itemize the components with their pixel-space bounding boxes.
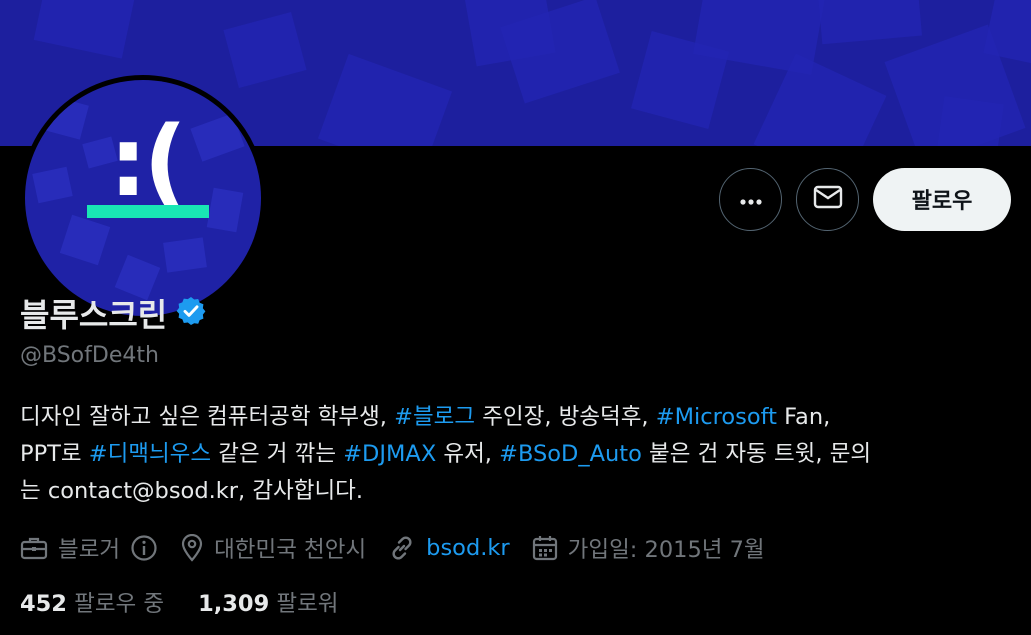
followers-stat[interactable]: 1,309 팔로워 xyxy=(198,586,338,618)
more-button[interactable] xyxy=(719,167,782,231)
briefcase-icon xyxy=(20,535,48,561)
bio-text: 유저, xyxy=(436,441,500,467)
followers-count: 1,309 xyxy=(198,591,270,617)
envelope-icon xyxy=(813,185,843,213)
hashtag-link[interactable]: #Microsoft xyxy=(656,404,777,430)
hashtag-link[interactable]: #블로그 xyxy=(394,404,475,430)
link-icon xyxy=(388,534,416,562)
profile-name-row: 블루스크린 xyxy=(20,290,207,336)
following-stat[interactable]: 452 팔로우 중 xyxy=(20,586,164,618)
verified-badge-icon[interactable] xyxy=(175,295,207,331)
location-pin-icon xyxy=(180,534,204,562)
hashtag-link[interactable]: #DJMAX xyxy=(343,441,436,467)
category-label: 블로거 xyxy=(58,537,121,563)
avatar[interactable]: :( xyxy=(20,75,266,321)
more-horizontal-icon xyxy=(739,190,762,209)
profile-bio: 디자인 잘하고 싶은 컴퓨터공학 학부생, #블로그 주인장, 방송덕후, #M… xyxy=(20,399,1020,510)
bio-line: PPT로 #디맥늬우스 같은 거 깎는 #DJMAX 유저, #BSoD_Aut… xyxy=(20,436,1020,473)
profile-handle: @BSofDe4th xyxy=(20,343,159,368)
bio-text: PPT로 xyxy=(20,441,89,467)
display-name: 블루스크린 xyxy=(20,296,168,334)
avatar-sad-face: :( xyxy=(109,106,187,218)
followers-label: 팔로워 xyxy=(276,591,339,617)
profile-meta: 블로거 대한민국 천안시 bsod.kr 가입일: 2015년 7월 xyxy=(20,530,787,566)
joined-label: 가입일: 2015년 7월 xyxy=(567,537,765,563)
meta-category: 블로거 xyxy=(20,532,158,564)
bio-text: Fan, xyxy=(777,404,831,430)
bio-text: 디자인 잘하고 싶은 컴퓨터공학 학부생, xyxy=(20,404,395,430)
avatar-image: :( xyxy=(25,80,261,316)
hashtag-link[interactable]: #디맥늬우스 xyxy=(89,441,211,467)
hashtag-link[interactable]: #BSoD_Auto xyxy=(499,441,642,467)
website-link[interactable]: bsod.kr xyxy=(426,535,510,561)
avatar-bar xyxy=(87,205,209,218)
message-button[interactable] xyxy=(796,167,859,231)
bio-text: 붙은 건 자동 트윗, 문의 xyxy=(641,441,872,467)
follow-button[interactable]: 팔로우 xyxy=(873,167,1011,231)
bio-line: 디자인 잘하고 싶은 컴퓨터공학 학부생, #블로그 주인장, 방송덕후, #M… xyxy=(20,399,1020,436)
meta-joined: 가입일: 2015년 7월 xyxy=(532,532,765,564)
location-label: 대한민국 천안시 xyxy=(214,537,367,563)
following-count: 452 xyxy=(20,591,67,617)
following-label: 팔로우 중 xyxy=(74,591,165,617)
info-icon[interactable] xyxy=(130,534,158,562)
meta-website: bsod.kr xyxy=(388,534,510,562)
bio-text: 주인장, 방송덕후, xyxy=(475,404,656,430)
bio-text: 는 contact@bsod.kr, 감사합니다. xyxy=(20,478,363,504)
calendar-icon xyxy=(532,534,558,562)
profile-actions: 팔로우 xyxy=(719,167,1011,231)
bio-line: 는 contact@bsod.kr, 감사합니다. xyxy=(20,473,1020,510)
profile-stats: 452 팔로우 중 1,309 팔로워 xyxy=(20,586,339,618)
bio-text: 같은 거 깎는 xyxy=(211,441,344,467)
meta-location: 대한민국 천안시 xyxy=(180,532,366,564)
